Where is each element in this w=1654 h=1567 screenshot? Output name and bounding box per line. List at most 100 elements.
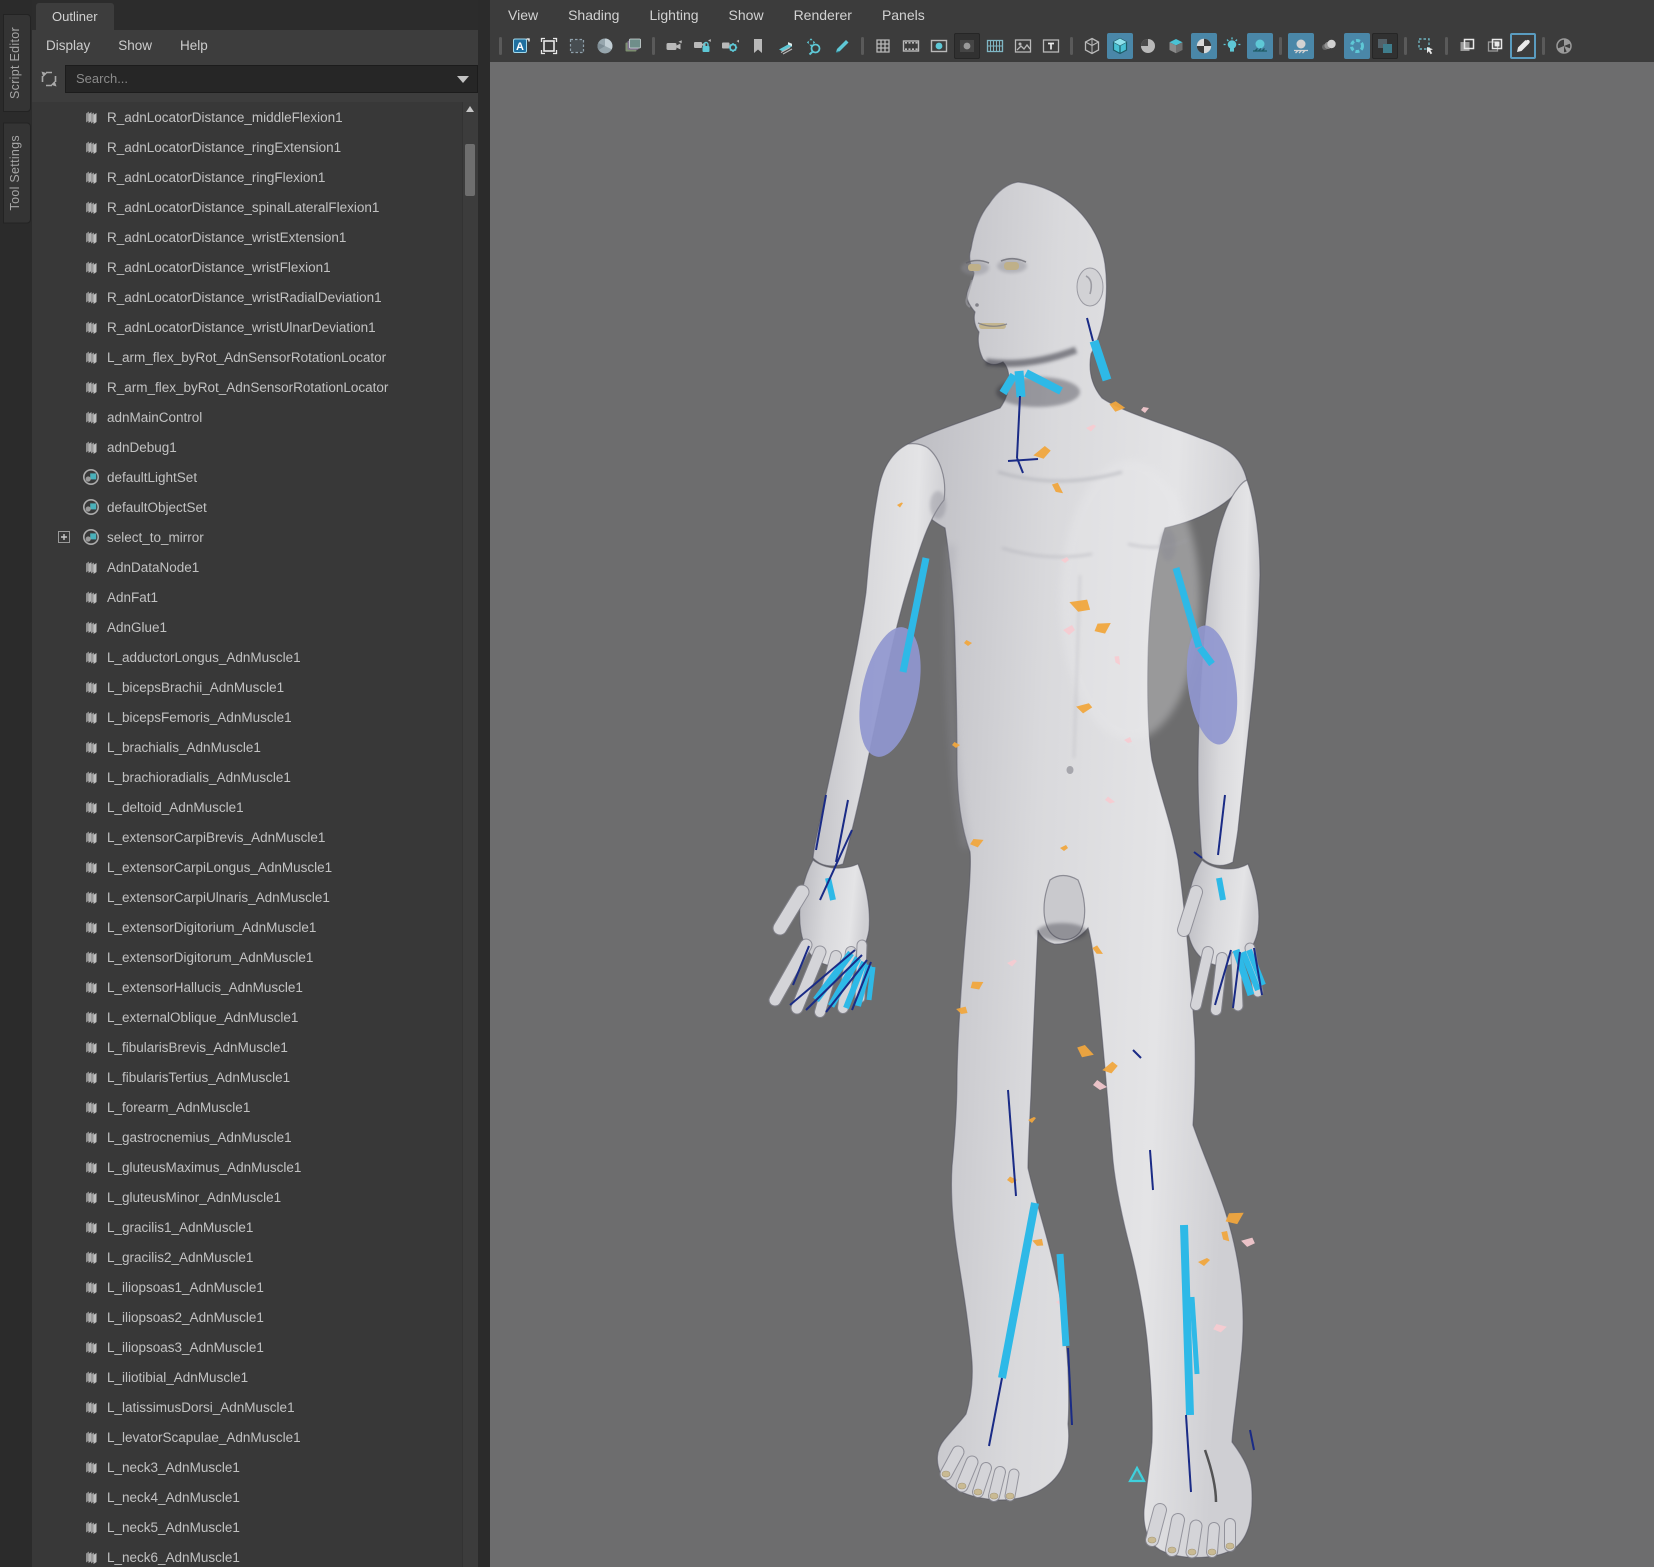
outliner-item[interactable]: select_to_mirror xyxy=(32,522,478,552)
outliner-item[interactable]: L_gracilis2_AdnMuscle1 xyxy=(32,1242,478,1272)
outliner-item[interactable]: L_gluteusMinor_AdnMuscle1 xyxy=(32,1182,478,1212)
outliner-item[interactable]: L_deltoid_AdnMuscle1 xyxy=(32,792,478,822)
outliner-item[interactable]: defaultObjectSet xyxy=(32,492,478,522)
search-filter-dropdown-icon[interactable] xyxy=(457,76,469,83)
vp-menu-lighting[interactable]: Lighting xyxy=(649,7,698,23)
expand-plus-icon[interactable] xyxy=(58,531,70,543)
outliner-item[interactable]: L_iliopsoas1_AdnMuscle1 xyxy=(32,1272,478,1302)
scroll-up-arrow-icon[interactable] xyxy=(466,106,474,112)
outliner-item[interactable]: AdnFat1 xyxy=(32,582,478,612)
menu-display[interactable]: Display xyxy=(46,38,90,53)
outliner-item[interactable]: R_adnLocatorDistance_wristUlnarDeviation… xyxy=(32,312,478,342)
safe-title-icon[interactable] xyxy=(1038,33,1064,59)
checker-sphere-icon[interactable] xyxy=(1191,33,1217,59)
vp-menu-view[interactable]: View xyxy=(508,7,538,23)
xray-joints-icon[interactable] xyxy=(1482,33,1508,59)
vp-menu-panels[interactable]: Panels xyxy=(882,7,925,23)
textured-cube-icon[interactable] xyxy=(1163,33,1189,59)
outliner-item[interactable]: R_adnLocatorDistance_wristRadialDeviatio… xyxy=(32,282,478,312)
field-chart-icon[interactable] xyxy=(982,33,1008,59)
wireframe-cube-icon[interactable] xyxy=(1079,33,1105,59)
dock-tab-tool-settings[interactable]: Tool Settings xyxy=(3,122,31,223)
outliner-item[interactable]: L_arm_flex_byRot_AdnSensorRotationLocato… xyxy=(32,342,478,372)
outliner-item[interactable]: L_gracilis1_AdnMuscle1 xyxy=(32,1212,478,1242)
outliner-item[interactable]: adnMainControl xyxy=(32,402,478,432)
shadows-icon[interactable] xyxy=(1247,33,1273,59)
outliner-item[interactable]: L_extensorDigitorium_AdnMuscle1 xyxy=(32,912,478,942)
pan-zoom-icon[interactable] xyxy=(801,33,827,59)
camera-lock-icon[interactable] xyxy=(689,33,715,59)
tab-outliner[interactable]: Outliner xyxy=(36,3,114,30)
light-bulb-icon[interactable] xyxy=(1219,33,1245,59)
vp-menu-shading[interactable]: Shading xyxy=(568,7,619,23)
gate-mask-icon[interactable] xyxy=(954,33,980,59)
ambient-occlusion-icon[interactable] xyxy=(1288,33,1314,59)
film-gate-icon[interactable] xyxy=(898,33,924,59)
grid-icon[interactable] xyxy=(870,33,896,59)
resolution-gate-icon[interactable] xyxy=(926,33,952,59)
outliner-item[interactable]: L_gastrocnemius_AdnMuscle1 xyxy=(32,1122,478,1152)
menu-help[interactable]: Help xyxy=(180,38,208,53)
camera-icon[interactable] xyxy=(661,33,687,59)
anti-alias-icon[interactable] xyxy=(1344,33,1370,59)
outliner-item[interactable]: L_neck5_AdnMuscle1 xyxy=(32,1512,478,1542)
outliner-item[interactable]: R_adnLocatorDistance_wristExtension1 xyxy=(32,222,478,252)
camera-gear-icon[interactable] xyxy=(717,33,743,59)
isolate-select-icon[interactable] xyxy=(1413,33,1439,59)
outliner-item[interactable]: L_forearm_AdnMuscle1 xyxy=(32,1092,478,1122)
grease-pencil-icon[interactable] xyxy=(829,33,855,59)
vp-menu-renderer[interactable]: Renderer xyxy=(794,7,852,23)
outliner-item[interactable]: R_adnLocatorDistance_middleFlexion1 xyxy=(32,102,478,132)
search-input[interactable] xyxy=(65,65,478,93)
outliner-item[interactable]: L_brachioradialis_AdnMuscle1 xyxy=(32,762,478,792)
outliner-item[interactable]: L_bicepsBrachii_AdnMuscle1 xyxy=(32,672,478,702)
flipbook-icon[interactable] xyxy=(773,33,799,59)
outliner-item[interactable]: L_neck3_AdnMuscle1 xyxy=(32,1452,478,1482)
depth-of-field-icon[interactable] xyxy=(1372,33,1398,59)
outliner-item[interactable]: L_extensorCarpiBrevis_AdnMuscle1 xyxy=(32,822,478,852)
outliner-item[interactable]: L_fibularisTertius_AdnMuscle1 xyxy=(32,1062,478,1092)
outliner-item[interactable]: R_arm_flex_byRot_AdnSensorRotationLocato… xyxy=(32,372,478,402)
outliner-item[interactable]: L_bicepsFemoris_AdnMuscle1 xyxy=(32,702,478,732)
plugin-pen-icon[interactable] xyxy=(1510,33,1536,59)
outliner-item[interactable]: L_neck6_AdnMuscle1 xyxy=(32,1542,478,1567)
frame-corners-icon[interactable] xyxy=(536,33,562,59)
outliner-item[interactable]: adnDebug1 xyxy=(32,432,478,462)
outliner-item[interactable]: L_levatorScapulae_AdnMuscle1 xyxy=(32,1422,478,1452)
letter-a-icon[interactable]: A xyxy=(508,33,534,59)
dashed-box-icon[interactable] xyxy=(564,33,590,59)
outliner-item[interactable]: L_extensorCarpiUlnaris_AdnMuscle1 xyxy=(32,882,478,912)
color-wheel-icon[interactable] xyxy=(592,33,618,59)
outliner-item[interactable]: L_externalOblique_AdnMuscle1 xyxy=(32,1002,478,1032)
bookmark-icon[interactable] xyxy=(745,33,771,59)
menu-show[interactable]: Show xyxy=(118,38,152,53)
outliner-item[interactable]: L_extensorDigitorum_AdnMuscle1 xyxy=(32,942,478,972)
exposure-icon[interactable] xyxy=(1551,33,1577,59)
outliner-item[interactable]: L_adductorLongus_AdnMuscle1 xyxy=(32,642,478,672)
scrollbar-thumb[interactable] xyxy=(465,144,475,196)
outliner-item[interactable]: L_iliopsoas3_AdnMuscle1 xyxy=(32,1332,478,1362)
outliner-item[interactable]: L_extensorCarpiLongus_AdnMuscle1 xyxy=(32,852,478,882)
outliner-scrollbar[interactable] xyxy=(462,102,478,1567)
outliner-item[interactable]: L_latissimusDorsi_AdnMuscle1 xyxy=(32,1392,478,1422)
image-plane-icon[interactable] xyxy=(1010,33,1036,59)
outliner-item[interactable]: AdnGlue1 xyxy=(32,612,478,642)
outliner-item[interactable]: L_brachialis_AdnMuscle1 xyxy=(32,732,478,762)
image-stack-icon[interactable] xyxy=(620,33,646,59)
viewport-canvas[interactable] xyxy=(490,62,1654,1567)
dock-tab-script-editor[interactable]: Script Editor xyxy=(3,14,31,112)
outliner-filter-icon[interactable] xyxy=(36,66,62,92)
outliner-item[interactable]: R_adnLocatorDistance_wristFlexion1 xyxy=(32,252,478,282)
motion-blur-icon[interactable] xyxy=(1316,33,1342,59)
outliner-item[interactable]: L_gluteusMaximus_AdnMuscle1 xyxy=(32,1152,478,1182)
outliner-item[interactable]: L_fibularisBrevis_AdnMuscle1 xyxy=(32,1032,478,1062)
outliner-item[interactable]: R_adnLocatorDistance_ringExtension1 xyxy=(32,132,478,162)
outliner-item[interactable]: L_iliopsoas2_AdnMuscle1 xyxy=(32,1302,478,1332)
outliner-item[interactable]: R_adnLocatorDistance_ringFlexion1 xyxy=(32,162,478,192)
xray-icon[interactable] xyxy=(1454,33,1480,59)
shaded-cube-icon[interactable] xyxy=(1107,33,1133,59)
outliner-item[interactable]: defaultLightSet xyxy=(32,462,478,492)
default-material-icon[interactable] xyxy=(1135,33,1161,59)
outliner-item[interactable]: AdnDataNode1 xyxy=(32,552,478,582)
outliner-item[interactable]: R_adnLocatorDistance_spinalLateralFlexio… xyxy=(32,192,478,222)
